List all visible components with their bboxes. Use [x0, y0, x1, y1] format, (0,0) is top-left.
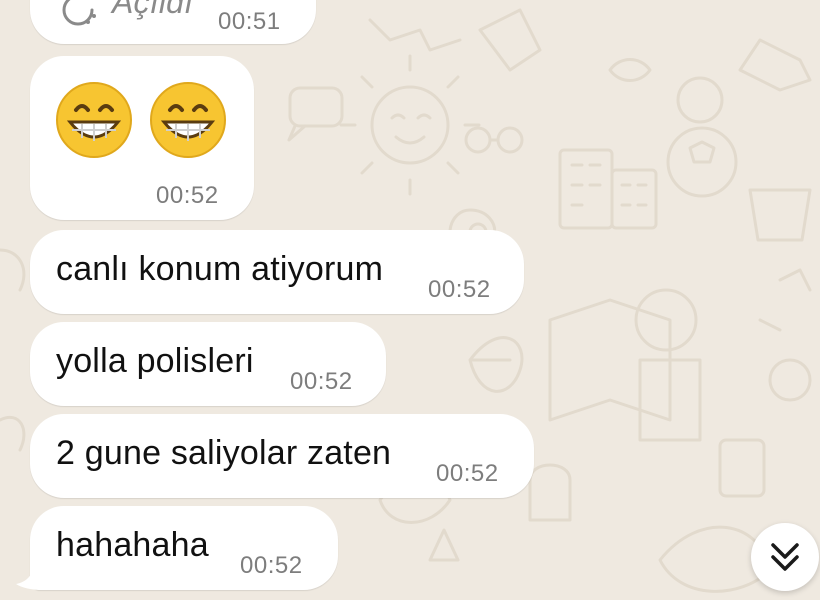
message-time: 00:52 — [290, 368, 353, 395]
grinning-face-emoji — [150, 82, 226, 158]
loading-icon — [62, 0, 96, 26]
message-time: 00:52 — [428, 276, 491, 303]
double-chevron-down-icon — [771, 543, 799, 571]
message-text: yolla polisleri — [56, 342, 254, 380]
message-bubble[interactable]: hahahaha 00:52 — [30, 506, 338, 590]
message-bubble[interactable]: yolla polisleri 00:52 — [30, 322, 386, 406]
message-bubble[interactable]: 2 gune saliyolar zaten 00:52 — [30, 414, 534, 498]
scroll-to-bottom-button[interactable] — [751, 523, 819, 591]
message-text: hahahaha — [56, 526, 209, 564]
message-time: 00:52 — [436, 460, 499, 487]
bubble-tail — [16, 566, 44, 590]
message-bubble[interactable]: canlı konum atiyorum 00:52 — [30, 230, 524, 314]
message-bubble[interactable]: 😁😁 00:52 — [30, 56, 254, 220]
grinning-face-emoji — [56, 82, 132, 158]
message-text: canlı konum atiyorum — [56, 250, 384, 288]
message-time: 00:51 — [218, 8, 281, 35]
message-time: 00:52 — [240, 552, 303, 579]
message-time: 00:52 — [156, 182, 219, 209]
message-text: 2 gune saliyolar zaten — [56, 434, 392, 472]
message-text: Açıldı — [112, 0, 194, 20]
message-bubble[interactable]: Açıldı 00:51 — [30, 0, 316, 44]
